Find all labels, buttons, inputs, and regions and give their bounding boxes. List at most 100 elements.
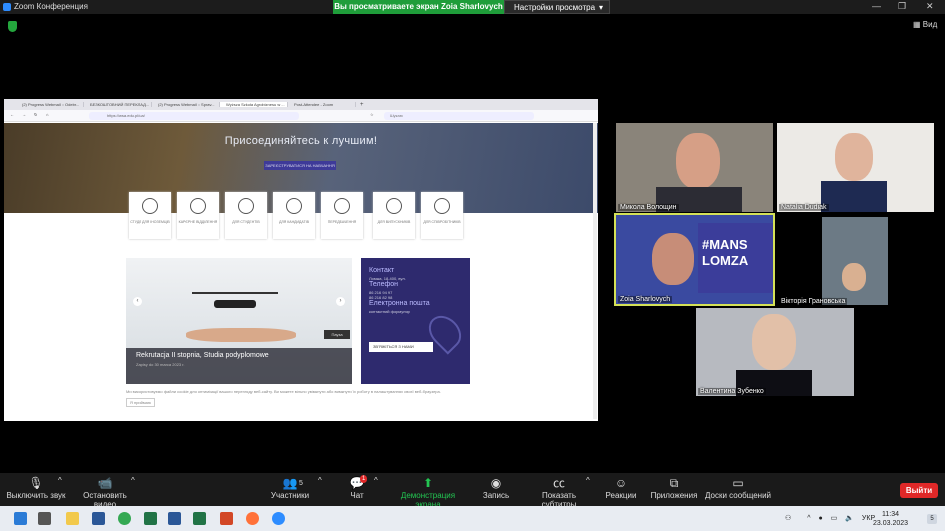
word-icon[interactable] (92, 512, 105, 525)
back-icon[interactable]: ← (10, 112, 14, 117)
chat-chevron-icon[interactable]: ^ (374, 476, 378, 485)
view-button[interactable]: ▦ Вид (913, 20, 937, 29)
video-camera-icon: 📹 (97, 476, 113, 490)
slide-caption[interactable]: Rekrutacja II stopnia, Studia podyplomow… (126, 348, 352, 384)
slider-next-icon[interactable]: › (336, 297, 345, 306)
category-card[interactable]: ДЛЯ ВИПУСКНИКІВ (373, 192, 415, 239)
excel-icon[interactable] (193, 512, 206, 525)
drone-propellers (192, 292, 278, 294)
category-label: ДЛЯ СПІВРОБІТНИКІВ (423, 220, 461, 224)
category-card[interactable]: ДЛЯ СТУДЕНТІВ (225, 192, 267, 239)
window-title: Zoom Конференция (14, 2, 88, 11)
category-card[interactable]: СТУДІЇ ДЛЯ ІНОЗЕМЦІВ (129, 192, 171, 239)
apps-button[interactable]: ⧉ Приложения (650, 476, 698, 500)
slider-pause-button[interactable]: Пауза (324, 330, 350, 339)
email-heading: Електронна пошта (369, 300, 430, 307)
view-options-label: Настройки просмотра (514, 3, 596, 12)
category-card[interactable]: ДЛЯ КАНДИДАТІВ (273, 192, 315, 239)
building-icon (286, 198, 302, 214)
minimize-icon[interactable]: — (872, 1, 881, 11)
reactions-label: Реакции (605, 491, 637, 500)
restore-icon[interactable]: ❐ (898, 1, 906, 12)
browser-tab-bar: (2) Progress Webmail :: Odebr... БЕЗКОШТ… (4, 99, 598, 110)
cookie-accept-button[interactable]: Я приймаю (126, 398, 155, 407)
system-clock[interactable]: 11:34 23.03.2023 (873, 510, 908, 528)
security-shield-icon[interactable] (8, 21, 17, 32)
chat-label: Чат (350, 491, 364, 500)
browser-search-input[interactable]: Шукаю (384, 112, 534, 120)
participant-name: Валентина Зубенко (698, 388, 766, 395)
browser-tab[interactable]: Post-Attendee - Zoom (288, 102, 356, 107)
volume-icon[interactable]: 🔈 (845, 515, 854, 522)
contact-us-button[interactable]: ЗВ'ЯЖІТЬСЯ З НАМИ (369, 342, 433, 352)
audio-options-chevron-icon[interactable]: ^ (58, 476, 62, 485)
zoom-taskbar-icon[interactable] (272, 512, 285, 525)
reactions-button[interactable]: ☺ Реакции (605, 476, 637, 500)
excel-icon[interactable] (144, 512, 157, 525)
people-icon[interactable]: ⚇ (785, 515, 791, 522)
task-view-icon[interactable] (38, 512, 51, 525)
whiteboard-icon: ▭ (732, 476, 744, 490)
record-icon: ◉ (490, 476, 502, 490)
participant-tile[interactable]: Валентина Зубенко (696, 308, 854, 396)
page-scrollbar[interactable] (593, 123, 597, 419)
participants-button[interactable]: 👥 Участники (268, 476, 312, 500)
word-icon[interactable] (168, 512, 181, 525)
browser-tab[interactable]: БЕЗКОШТОВНИЙ ПЕРЕКЛАД... (84, 102, 152, 107)
mute-label: Выключить звук (6, 491, 66, 500)
network-icon[interactable]: ▭ (831, 515, 838, 522)
captions-button[interactable]: ㏄ Показать субтитры (524, 476, 594, 509)
globe-icon (142, 198, 158, 214)
category-card[interactable]: ДЛЯ СПІВРОБІТНИКІВ (421, 192, 463, 239)
powerpoint-icon[interactable] (220, 512, 233, 525)
category-label: КАРЄРНЕ ВІДДІЛЕННЯ (178, 220, 218, 224)
category-card[interactable]: ПЕРЕДБАЧЕННЯ (321, 192, 363, 239)
home-icon[interactable]: ⌂ (46, 112, 48, 117)
view-options-button[interactable]: Настройки просмотра ▾ (504, 0, 610, 14)
staff-icon (434, 198, 450, 214)
chrome-icon[interactable] (118, 512, 131, 525)
browser-tab[interactable]: (2) Progress Webmail :: Odebr... (16, 102, 84, 107)
participants-chevron-icon[interactable]: ^ (318, 476, 322, 485)
firefox-icon[interactable] (246, 512, 259, 525)
record-button[interactable]: ◉ Запись (481, 476, 511, 500)
url-bar[interactable]: https://wsa.edu.pl/ua/ (89, 112, 299, 120)
new-tab-icon[interactable]: + (360, 102, 364, 108)
participant-tile[interactable]: Микола Волощин (616, 123, 773, 212)
participant-tile-active-speaker[interactable]: #MANS LOMZA Zoia Sharlovych (614, 213, 775, 306)
notifications-badge[interactable]: 5 (927, 514, 937, 524)
whiteboards-button[interactable]: ▭ Доски сообщений (705, 476, 771, 500)
participant-tile[interactable]: Вікторія Грановська (777, 213, 934, 306)
forward-icon[interactable]: → (22, 112, 26, 117)
browser-tab[interactable]: (2) Progress Webmail :: Sprav... (152, 102, 220, 107)
captions-chevron-icon[interactable]: ^ (586, 476, 590, 485)
stop-video-button[interactable]: 📹 Остановить видео (72, 476, 138, 509)
mute-button[interactable]: 🎙 Выключить звук (6, 476, 66, 500)
category-card[interactable]: КАРЄРНЕ ВІДДІЛЕННЯ (177, 192, 219, 239)
contact-form-link[interactable]: контактний формуляр (369, 309, 462, 314)
file-explorer-icon[interactable] (66, 512, 79, 525)
participant-name: Микола Волощин (618, 204, 679, 211)
smiley-plus-icon: ☺ (614, 476, 628, 490)
chevron-up-icon[interactable]: ^ (807, 515, 810, 522)
register-button[interactable]: ЗАРЕЄСТРУВАТИСЯ НА НАВЧАННЯ (264, 161, 336, 170)
participant-video (822, 217, 888, 305)
participant-video (752, 314, 796, 370)
bookmark-star-icon[interactable]: ☆ (370, 112, 374, 117)
close-icon[interactable]: ✕ (926, 1, 934, 12)
participants-count: 5 (299, 480, 303, 487)
participant-face (842, 263, 866, 291)
windows-start-icon[interactable] (14, 512, 27, 525)
category-label: ДЛЯ КАНДИДАТІВ (279, 220, 309, 224)
slider-prev-icon[interactable]: ‹ (133, 297, 142, 306)
phone-heading: Телефон (369, 281, 399, 288)
browser-tab-active[interactable]: Wyższa Szkoła Agrobiznesu w ... (220, 102, 288, 107)
reload-icon[interactable]: ↻ (34, 112, 37, 117)
participant-clothing (821, 181, 887, 212)
participant-background-banner: #MANS LOMZA (698, 223, 773, 293)
video-options-chevron-icon[interactable]: ^ (131, 476, 135, 485)
share-screen-button[interactable]: ⬆ Демонстрация экрана (388, 476, 468, 509)
clock-time: 11:34 (882, 511, 900, 518)
leave-meeting-button[interactable]: Выйти (900, 483, 938, 498)
participant-tile[interactable]: Natalia Dudiak (777, 123, 934, 212)
